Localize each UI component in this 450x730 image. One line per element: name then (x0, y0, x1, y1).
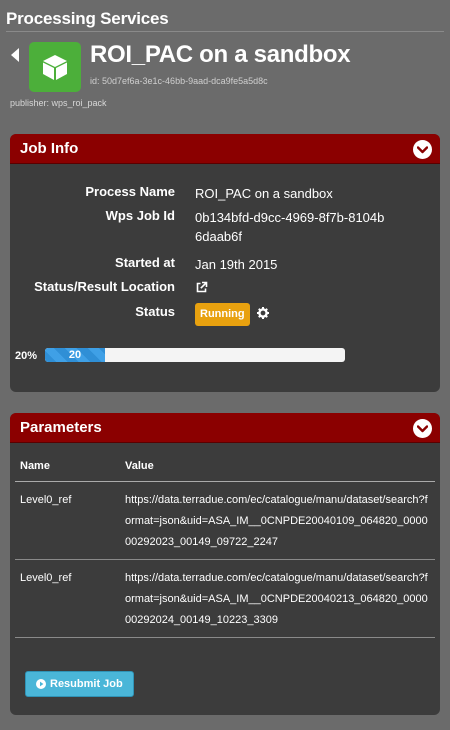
parameters-panel: Parameters Name Value Level0_ref https:/… (10, 413, 440, 715)
process-name-value: ROI_PAC on a sandbox (195, 186, 333, 201)
resubmit-job-button[interactable]: Resubmit Job (25, 671, 134, 697)
column-header: Value (120, 453, 435, 482)
table-row: Level0_ref https://data.terradue.com/ec/… (15, 481, 435, 560)
section-title: Processing Services (6, 9, 169, 28)
service-id: id: 50d7ef6a-3e1c-46bb-9aad-dca9fe5a5d8c (90, 76, 268, 86)
column-header: Name (15, 453, 120, 482)
status-location-label: Status/Result Location (34, 279, 175, 294)
publisher-label: publisher: wps_roi_pack (10, 98, 107, 108)
chevron-down-icon[interactable] (413, 419, 432, 438)
param-value: https://data.terradue.com/ec/catalogue/m… (120, 481, 435, 560)
param-name: Level0_ref (15, 481, 120, 560)
top-bar: Processing Services (6, 8, 444, 32)
cube-icon (29, 42, 81, 92)
resubmit-label: Resubmit Job (50, 678, 123, 690)
param-name: Level0_ref (15, 559, 120, 638)
job-info-panel: Job Info Process Name ROI_PAC on a sandb… (10, 134, 440, 392)
wps-job-id-value: 0b134bfd-d9cc-4969-8f7b-8104b6daab6f (195, 210, 385, 244)
progress-bar: 20 (45, 348, 345, 362)
chevron-down-icon[interactable] (413, 140, 432, 159)
job-info-header[interactable]: Job Info (10, 134, 440, 164)
parameters-table: Name Value Level0_ref https://data.terra… (15, 453, 435, 638)
table-header-row: Name Value (15, 453, 435, 482)
play-circle-icon (36, 679, 46, 689)
service-title: ROI_PAC on a sandbox (90, 41, 351, 68)
status-badge: Running (195, 303, 250, 326)
external-link-icon[interactable] (195, 280, 385, 299)
param-value: https://data.terradue.com/ec/catalogue/m… (120, 559, 435, 638)
service-header: ROI_PAC on a sandbox id: 50d7ef6a-3e1c-4… (0, 38, 450, 110)
process-name-label: Process Name (85, 184, 175, 199)
job-info-title: Job Info (20, 140, 79, 157)
started-at-label: Started at (115, 255, 175, 270)
started-at-value: Jan 19th 2015 (195, 257, 278, 272)
status-value: Running (195, 303, 385, 326)
wps-job-id-label: Wps Job Id (105, 208, 175, 223)
back-arrow-icon[interactable] (11, 48, 19, 62)
table-row: Level0_ref https://data.terradue.com/ec/… (15, 559, 435, 638)
parameters-title: Parameters (20, 419, 102, 436)
progress-percent: 20% (15, 350, 38, 362)
status-label: Status (135, 304, 175, 319)
gear-icon[interactable] (257, 305, 270, 324)
progress-fill: 20 (45, 348, 105, 362)
parameters-header[interactable]: Parameters (10, 413, 440, 443)
